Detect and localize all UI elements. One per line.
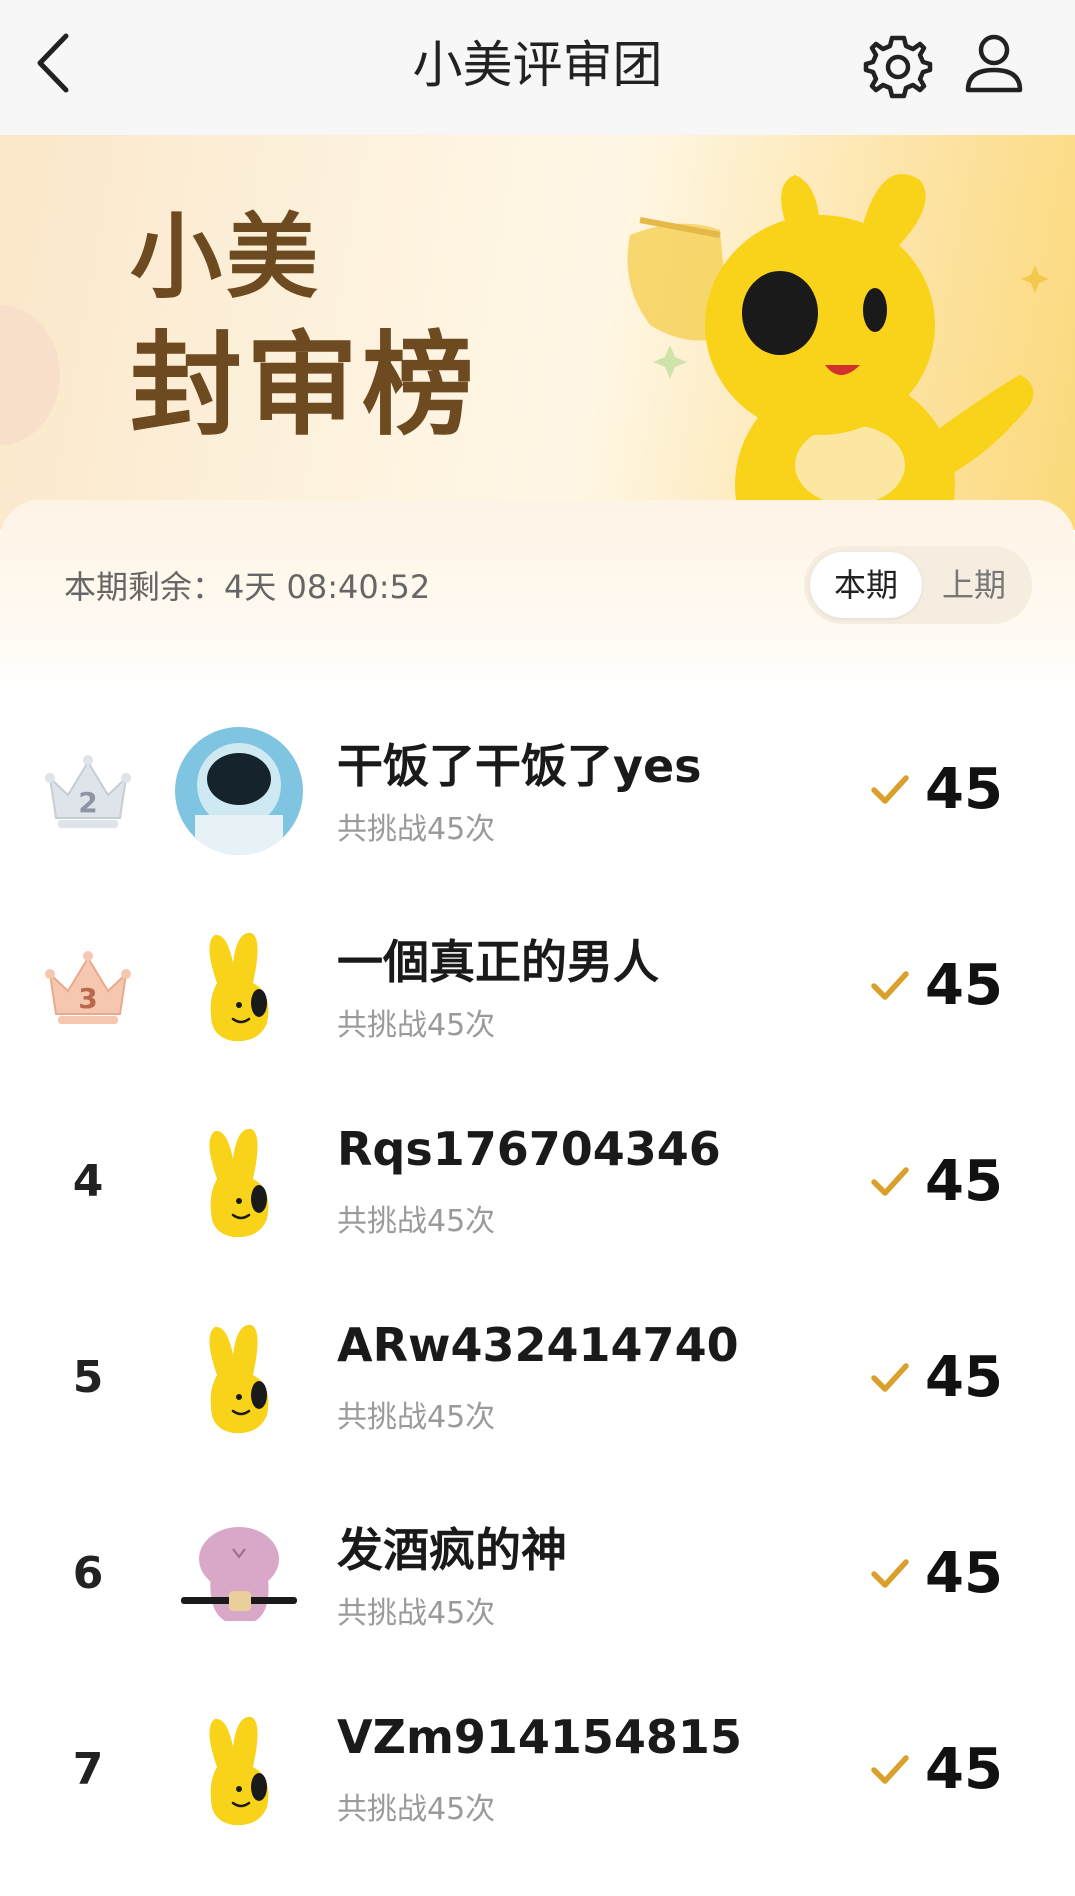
check-icon <box>871 1755 909 1784</box>
user-name: Rqs176704346 <box>337 1122 721 1176</box>
ranking-panel: 本期剩余：4天 08:40:52 本期 上期 2 干饭了干饭了yes 共挑战45… <box>0 500 1075 1896</box>
leaderboard-row[interactable]: 6 发酒疯的神 共挑战45次 45 <box>0 1476 1075 1672</box>
check-icon <box>871 1167 909 1196</box>
score: 45 <box>925 1737 1003 1802</box>
rank-number: 4 <box>72 1156 104 1207</box>
score: 45 <box>925 1541 1003 1606</box>
user-name: 一個真正的男人 <box>337 935 659 989</box>
pink-character-avatar[interactable] <box>175 1511 303 1639</box>
rank-number: 5 <box>72 1352 104 1403</box>
score: 45 <box>925 1345 1003 1410</box>
leaderboard-row[interactable]: 7 VZm914154815 共挑战45次 45 <box>0 1672 1075 1868</box>
challenge-count: 共挑战45次 <box>337 1400 496 1435</box>
check-icon <box>871 1363 909 1392</box>
challenge-count: 共挑战45次 <box>337 1596 496 1631</box>
user-icon <box>965 34 1023 93</box>
leaderboard-row[interactable]: 2 干饭了干饭了yes 共挑战45次 45 <box>0 692 1075 888</box>
challenge-count: 共挑战45次 <box>337 1008 496 1043</box>
score: 45 <box>925 1149 1003 1214</box>
user-name: VZm914154815 <box>337 1710 742 1764</box>
leaderboard-row[interactable]: 5 ARw432414740 共挑战45次 45 <box>0 1280 1075 1476</box>
banner-title-line2: 封审榜 <box>130 320 478 451</box>
astronaut-avatar[interactable] <box>175 727 303 855</box>
challenge-count: 共挑战45次 <box>337 812 496 847</box>
user-name: 发酒疯的神 <box>337 1523 567 1577</box>
mascot-avatar[interactable] <box>175 923 303 1051</box>
tab-current-period[interactable]: 本期 <box>810 552 922 618</box>
crown-rank-number: 3 <box>78 982 97 1015</box>
score: 45 <box>925 757 1003 822</box>
mascot-avatar[interactable] <box>175 1315 303 1443</box>
leaderboard-row[interactable]: 3 一個真正的男人 共挑战45次 45 <box>0 888 1075 1084</box>
mascot-avatar[interactable] <box>175 1119 303 1247</box>
gear-icon <box>863 35 933 99</box>
leaderboard-banner: 小美 封审榜 <box>0 135 1075 530</box>
check-icon <box>871 1559 909 1588</box>
user-name: ARw432414740 <box>337 1318 739 1372</box>
check-icon <box>871 775 909 804</box>
top-bar: 小美评审团 <box>0 0 1075 135</box>
rank-number: 6 <box>72 1548 104 1599</box>
profile-button[interactable] <box>958 28 1030 100</box>
challenge-count: 共挑战45次 <box>337 1204 496 1239</box>
user-name: 干饭了干饭了yes <box>337 739 702 793</box>
rank-number: 7 <box>72 1744 104 1795</box>
settings-button[interactable] <box>862 30 934 102</box>
score: 45 <box>925 953 1003 1018</box>
mascot-avatar[interactable] <box>175 1707 303 1835</box>
leaderboard-row[interactable]: 4 Rqs176704346 共挑战45次 45 <box>0 1084 1075 1280</box>
challenge-count: 共挑战45次 <box>337 1792 496 1827</box>
decorative-blob <box>0 305 60 445</box>
panel-header: 本期剩余：4天 08:40:52 本期 上期 <box>0 500 1075 695</box>
bronze-crown-icon: 3 <box>45 951 131 1024</box>
silver-crown-icon: 2 <box>45 755 131 828</box>
period-countdown: 本期剩余：4天 08:40:52 <box>64 568 431 606</box>
check-icon <box>871 971 909 1000</box>
crown-rank-number: 2 <box>78 786 97 819</box>
mascot-illustration <box>627 174 1049 530</box>
period-switch: 本期 上期 <box>804 546 1032 624</box>
tab-previous-period[interactable]: 上期 <box>918 552 1030 618</box>
